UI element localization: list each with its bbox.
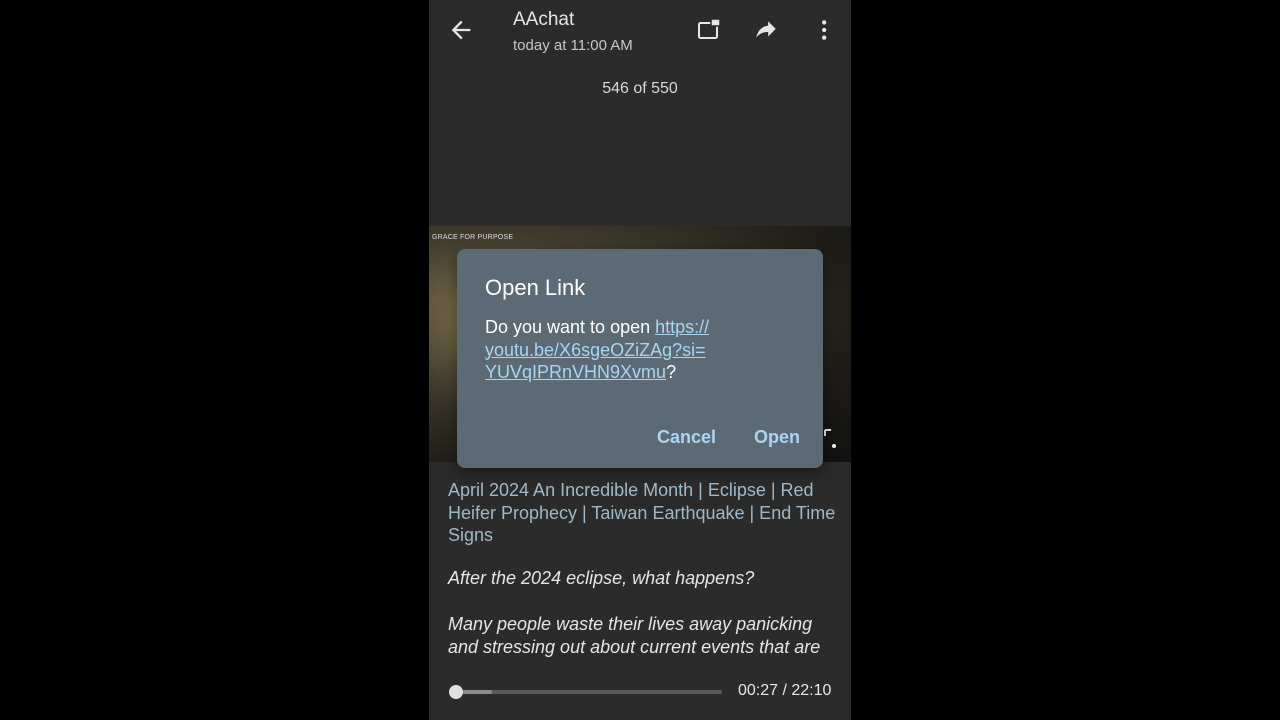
- description-paragraph: Many people waste their lives away panic…: [448, 614, 821, 657]
- link-part-3: YUVqIPRnVHN9Xvmu: [485, 362, 667, 382]
- seek-thumb[interactable]: [449, 685, 464, 699]
- more-vert-icon[interactable]: [809, 17, 835, 43]
- open-button[interactable]: Open: [754, 427, 800, 448]
- message-counter: 546 of 550: [602, 80, 678, 97]
- dialog-prompt: Do you want to open: [485, 317, 656, 337]
- channel-logo: [821, 426, 847, 456]
- thumbnail-caption: GRACE FOR PURPOSE: [432, 234, 514, 241]
- video-title-link[interactable]: April 2024 An Incredible Month | Eclipse…: [448, 479, 838, 547]
- cancel-button[interactable]: Cancel: [657, 427, 716, 448]
- dialog-message: Do you want to open https://youtu.be/X6s…: [485, 316, 805, 384]
- message-timestamp: today at 11:00 AM: [513, 37, 633, 54]
- media-player-bar: 00:27 / 22:10: [429, 666, 851, 720]
- chat-title: AAchat: [513, 9, 575, 30]
- phone-screen: AAchat today at 11:00 AM 546 of 550 GRAC…: [429, 0, 851, 720]
- open-link-dialog: Open Link Do you want to open https://yo…: [457, 249, 823, 468]
- top-app-bar: AAchat today at 11:00 AM: [429, 0, 851, 70]
- link-part-2: youtu.be/X6sgeOZiZAg?si=: [485, 339, 706, 360]
- dialog-suffix: ?: [666, 362, 677, 382]
- dialog-title: Open Link: [485, 275, 586, 300]
- description-question: After the 2024 eclipse, what happens?: [448, 568, 755, 588]
- link-part-1: https://: [655, 317, 710, 337]
- arrow-back-icon[interactable]: [447, 16, 475, 44]
- playback-time: 00:27 / 22:10: [738, 682, 832, 699]
- share-screen-icon[interactable]: [697, 17, 723, 43]
- seek-bar[interactable]: [449, 685, 722, 699]
- forward-icon[interactable]: [753, 17, 779, 43]
